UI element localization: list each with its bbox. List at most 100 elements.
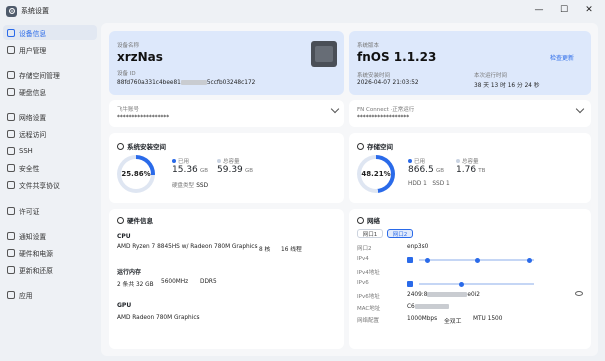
hardware-title: 硬件信息 [117,215,153,225]
terminal-icon [7,146,15,155]
account-label: 飞牛账号 [117,107,140,113]
sidebar-item-hardware-power[interactable]: 硬件和电源 [3,245,97,260]
mtu-value: MTU 1500 [473,316,503,322]
sidebar-item-label: 安全性 [19,164,40,173]
tab-port-2[interactable]: 网口2 [387,229,413,238]
sidebar-item-network[interactable]: 网络设置 [3,109,97,124]
disk-icon [7,87,15,96]
uptime-label: 本次运行时间 [474,73,508,79]
sidebar-item-disks[interactable]: 硬盘信息 [3,84,97,99]
mac-label: MAC地址 [357,306,381,312]
remote-icon [7,129,15,138]
used-label: 已用 [172,157,189,165]
device-id-label: 设备 ID [117,71,136,77]
refresh-icon [7,265,15,274]
total-value: 1.76 TB [456,165,485,175]
ipv6-toggle-icon[interactable] [407,281,413,287]
bar-dot [459,281,464,287]
folder-share-icon [7,180,15,189]
fn-connect-value: ****************** [357,115,410,121]
storage-ring: 48.21% [357,155,395,193]
sidebar-item-storage[interactable]: 存储空间管理 [3,67,97,82]
ipv6-bar [419,281,534,287]
account-value: ****************** [117,115,170,121]
ipv6-address-prefix: 2409:8 [407,292,428,298]
device-info-card: 设备名称 xrzNas 设备 ID 88fd760a331c4bee81 5ccf… [109,31,344,95]
sidebar-item-security[interactable]: 安全性 [3,160,97,175]
device-name-label: 设备名称 [117,43,140,49]
fn-connect-card[interactable]: FN Connect ·正常运行 ****************** [349,100,591,127]
storage-icon [357,142,364,150]
sidebar-item-label: 硬盘信息 [19,88,47,97]
maximize-button[interactable]: ☐ [558,4,570,16]
sidebar-item-label: 许可证 [19,207,40,216]
bar-dot [527,257,532,263]
disk-type-value: SSD [196,183,209,189]
disk-type: 硬盘类型 SSD [172,181,208,189]
fn-connect-label: FN Connect ·正常运行 [357,105,414,113]
cpu-label: CPU [117,233,131,240]
ipv4-toggle-icon[interactable] [407,257,413,263]
tab-port-1[interactable]: 网口1 [357,229,383,238]
total-number: 59.39 [217,165,243,175]
hdd-count: HDD 1 [408,181,427,187]
sidebar-item-users[interactable]: 用户管理 [3,42,97,57]
ipv6-label: IPv6 [357,280,369,286]
sidebar-item-label: 用户管理 [19,46,47,55]
chevron-down-icon[interactable] [330,104,340,114]
sidebar-item-update-restore[interactable]: 更新和还原 [3,262,97,277]
used-value: 15.36 GB [172,165,208,175]
close-button[interactable]: ✕ [583,4,595,16]
title-bar: 系统设置 — ☐ ✕ [0,0,605,22]
sidebar-item-label: 网络设置 [19,113,47,122]
install-time: 2026-04-07 21:03:52 [357,80,419,86]
fn-connect-status: ·正常运行 [390,107,415,113]
used-unit: GB [436,168,445,174]
license-icon [7,206,15,215]
sidebar-item-label: 应用 [19,291,33,300]
sidebar-item-notifications[interactable]: 通知设置 [3,228,97,243]
uptime: 38 天 13 时 16 分 24 秒 [474,83,540,89]
chip-icon [117,216,124,224]
fn-connect-title: FN Connect [357,107,389,113]
info-icon [7,28,15,37]
system-version: fnOS 1.1.23 [357,50,437,64]
minimize-button[interactable]: — [533,4,545,16]
mac-address-prefix: C6 [407,304,415,310]
check-update-link[interactable]: 检查更新 [550,53,574,62]
network-icon [7,112,15,121]
sidebar-item-label: 通知设置 [19,232,47,241]
sidebar-item-label: SSH [19,146,33,155]
sidebar-item-ssh[interactable]: SSH [3,143,97,158]
user-icon [7,45,15,54]
sidebar-item-apps[interactable]: 应用 [3,287,97,302]
sidebar-item-file-sharing[interactable]: 文件共享协议 [3,177,97,192]
link-speed: 1000Mbps [407,316,438,322]
ipv6-address-label: IPv6地址 [357,294,380,300]
ipv4-label: IPv4 [357,256,369,262]
port-value: enp3s0 [407,244,429,250]
chevron-down-icon[interactable] [575,104,585,114]
install-time-label: 系统安装时间 [357,73,391,79]
ipv4-address-label: IPv4地址 [357,270,380,276]
sidebar-item-remote[interactable]: 远程访问 [3,126,97,141]
disk-icon [117,142,124,150]
redacted-block [414,304,449,309]
eye-icon[interactable] [575,291,583,296]
used-number: 15.36 [172,165,198,175]
used-label: 已用 [408,157,425,165]
redacted-block [180,80,207,85]
storage-icon [7,70,15,79]
redacted-block [427,292,468,297]
settings-gear-icon [6,5,17,17]
total-unit: GB [245,168,254,174]
power-icon [7,248,15,257]
account-card[interactable]: 飞牛账号 ****************** [109,100,344,127]
total-value: 59.39 GB [217,165,253,175]
sidebar-item-device-info[interactable]: 设备信息 [3,25,97,40]
memory-label: 运行内存 [117,269,142,276]
hardware-title-text: 硬件信息 [127,217,153,225]
window-title: 系统设置 [21,7,49,15]
network-title: 网络 [357,215,380,225]
sidebar-item-license[interactable]: 许可证 [3,203,97,218]
